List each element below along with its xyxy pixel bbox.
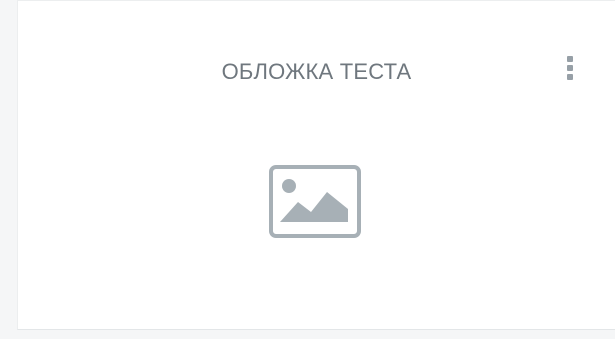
- kebab-dot: [567, 74, 573, 80]
- footer-strip: [0, 330, 615, 339]
- cover-card: ОБЛОЖКА ТЕСТА: [17, 0, 615, 330]
- kebab-dot: [567, 65, 573, 71]
- more-options-button[interactable]: [559, 47, 581, 89]
- image-icon: [269, 165, 361, 238]
- card-title: ОБЛОЖКА ТЕСТА: [221, 59, 412, 84]
- image-placeholder-icon[interactable]: [269, 165, 361, 238]
- kebab-dot: [567, 56, 573, 62]
